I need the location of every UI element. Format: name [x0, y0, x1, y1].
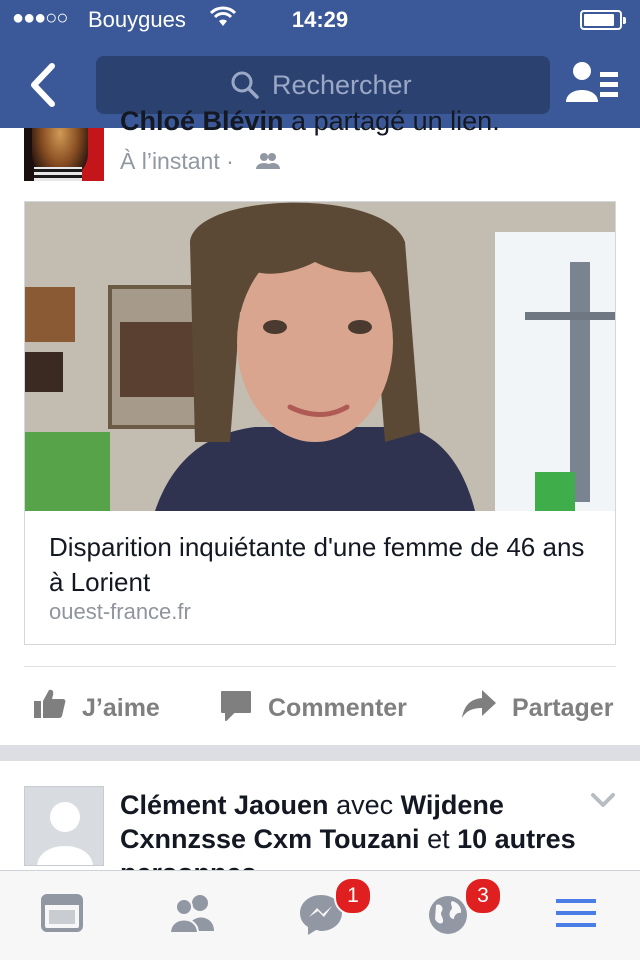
share-button[interactable]: Partager — [462, 684, 622, 732]
tab-menu[interactable] — [554, 893, 604, 939]
news-feed-icon — [41, 894, 83, 932]
share-label: Partager — [512, 694, 614, 722]
friends-icon — [168, 895, 214, 934]
like-label: J’aime — [82, 694, 160, 722]
story-action: a partagé un lien. — [291, 106, 500, 136]
link-preview-image — [25, 202, 615, 511]
link-source: ouest-france.fr — [49, 599, 191, 624]
comment-label: Commenter — [268, 694, 407, 722]
clock: 14:29 — [291, 7, 349, 32]
friend-requests-button[interactable] — [564, 58, 620, 110]
chevron-down-icon[interactable] — [590, 792, 616, 815]
search-icon — [230, 70, 260, 105]
author-name[interactable]: Clément Jaouen — [120, 790, 329, 820]
link-title[interactable]: Disparition inquiétante d'une femme de 4… — [49, 530, 589, 600]
group-icon — [256, 152, 280, 175]
story-header: Chloé Blévin a partagé un lien. — [120, 106, 500, 137]
tab-notifications[interactable]: 3 — [426, 877, 502, 939]
back-button[interactable] — [22, 60, 66, 110]
friend-requests-icon — [566, 62, 618, 102]
default-avatar-icon — [37, 802, 93, 865]
battery-icon — [580, 10, 626, 30]
with-text: avec — [336, 790, 394, 820]
link-preview-card[interactable]: Disparition inquiétante d'une femme de 4… — [24, 201, 616, 645]
and-text: et — [427, 824, 450, 854]
comment-button[interactable]: Commenter — [220, 684, 410, 732]
status-bar: ●●●○○ Bouygues 14:29 — [0, 0, 640, 40]
like-icon — [34, 689, 66, 718]
search-placeholder: Rechercher — [272, 70, 412, 100]
tab-news-feed[interactable] — [40, 893, 90, 939]
like-button[interactable]: J’aime — [34, 684, 174, 732]
story-meta: À l’instant · — [120, 148, 234, 175]
timestamp[interactable]: À l’instant — [120, 148, 220, 174]
meta-separator: · — [226, 148, 234, 174]
avatar[interactable] — [24, 786, 104, 866]
share-icon — [462, 690, 496, 718]
notifications-badge: 3 — [464, 877, 502, 915]
author-name[interactable]: Chloé Blévin — [120, 106, 284, 136]
story-separator — [0, 745, 640, 761]
tab-bar: 1 3 — [0, 870, 640, 960]
menu-icon — [556, 899, 596, 927]
divider — [24, 666, 616, 667]
comment-icon — [221, 691, 251, 721]
tab-friends[interactable] — [168, 893, 218, 939]
messages-badge: 1 — [334, 877, 372, 915]
avatar[interactable] — [24, 128, 104, 181]
tab-messages[interactable]: 1 — [298, 877, 372, 939]
